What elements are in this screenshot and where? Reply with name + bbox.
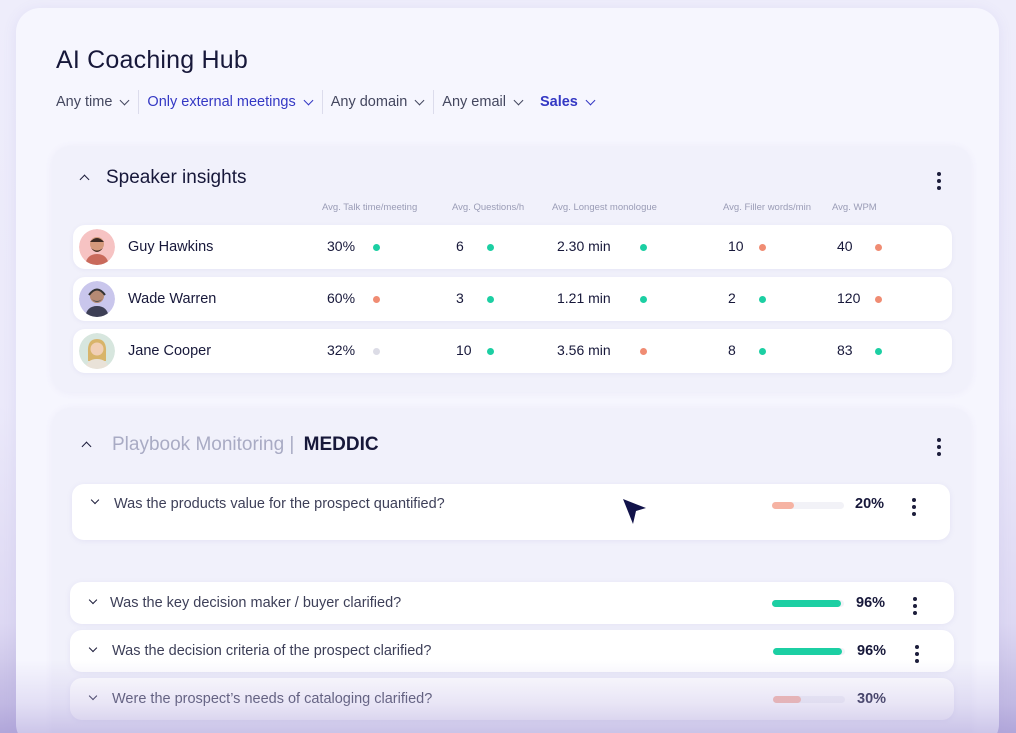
question-row[interactable]: Was the products value for the prospect … [72, 484, 950, 540]
status-dot [487, 244, 494, 251]
filter-time[interactable]: Any time [56, 90, 140, 114]
monologue-value: 3.56 min [557, 342, 611, 358]
playbook-title: Playbook Monitoring | MEDDIC [112, 434, 379, 456]
talk-time-value: 32% [327, 342, 356, 358]
column-header: Avg. Talk time/meeting [322, 202, 418, 213]
questions-value: 3 [456, 290, 464, 306]
progress-bar [773, 648, 845, 655]
speaker-insights-title: Speaker insights [106, 167, 247, 188]
status-dot [759, 244, 766, 251]
status-dot [875, 348, 882, 355]
chevron-down-icon [119, 95, 130, 105]
status-dot [373, 348, 380, 355]
chevron-down-icon [303, 95, 314, 105]
talk-time-value: 60% [327, 290, 356, 306]
filler-value: 8 [728, 342, 736, 358]
page-title: AI Coaching Hub [56, 46, 249, 74]
question-row[interactable]: Was the key decision maker / buyer clari… [70, 582, 954, 624]
question-text: Was the decision criteria of the prospec… [112, 643, 432, 659]
column-header: Avg. Filler words/min [723, 202, 811, 213]
column-header: Avg. Questions/h [452, 202, 525, 213]
monologue-value: 1.21 min [557, 290, 611, 306]
status-dot [373, 244, 380, 251]
status-dot [640, 296, 647, 303]
filter-bar: Any time Only external meetings Any doma… [56, 90, 612, 114]
question-text: Was the key decision maker / buyer clari… [110, 595, 402, 611]
filter-domain-label: Any domain [330, 94, 408, 110]
progress-fill [772, 600, 841, 607]
progress-fill [773, 696, 801, 703]
wpm-value: 83 [837, 342, 853, 358]
filter-time-label: Any time [56, 94, 113, 110]
filter-meetings-label: Only external meetings [147, 94, 296, 110]
avatar [79, 281, 115, 317]
monologue-value: 2.30 min [557, 238, 611, 254]
status-dot [640, 348, 647, 355]
questions-value: 10 [456, 342, 472, 358]
expand-chevron-icon[interactable] [88, 595, 98, 605]
filler-value: 10 [728, 238, 744, 254]
mouse-cursor-icon [623, 499, 646, 524]
filter-domain[interactable]: Any domain [331, 90, 435, 114]
expand-chevron-icon[interactable] [90, 495, 100, 505]
status-dot [373, 296, 380, 303]
filter-team[interactable]: Sales [540, 90, 604, 114]
chevron-down-icon [585, 95, 596, 105]
talk-time-value: 30% [327, 238, 356, 254]
questions-value: 6 [456, 238, 464, 254]
column-header: Avg. WPM [832, 202, 877, 213]
speaker-name: Jane Cooper [128, 343, 212, 359]
playbook-method: MEDDIC [303, 434, 379, 455]
column-header: Avg. Longest monologue [552, 202, 657, 213]
progress-bar [772, 600, 844, 607]
progress-bar [773, 696, 845, 703]
avatar [79, 333, 115, 369]
progress-fill [772, 502, 794, 509]
playbook-header: Playbook Monitoring | MEDDIC [81, 434, 379, 456]
filter-email[interactable]: Any email [442, 90, 532, 114]
speaker-name: Guy Hawkins [128, 239, 214, 255]
speaker-insights-menu-icon[interactable] [937, 172, 941, 190]
avatar [79, 229, 115, 265]
playbook-title-prefix: Playbook Monitoring | [112, 434, 295, 455]
speaker-row[interactable]: Wade Warren 60% 3 1.21 min 2 120 [73, 277, 952, 321]
wpm-value: 120 [837, 290, 861, 306]
question-menu-icon[interactable] [912, 498, 916, 516]
progress-bar [772, 502, 844, 509]
status-dot [875, 244, 882, 251]
status-dot [640, 244, 647, 251]
filler-value: 2 [728, 290, 736, 306]
percent-value: 20% [855, 496, 885, 512]
expand-chevron-icon[interactable] [88, 643, 98, 653]
question-row[interactable]: Were the prospect’s needs of cataloging … [70, 678, 954, 720]
status-dot [487, 348, 494, 355]
filter-team-label: Sales [539, 94, 578, 110]
chevron-down-icon [414, 95, 425, 105]
question-text: Were the prospect’s needs of cataloging … [112, 691, 433, 707]
collapse-chevron-icon[interactable] [79, 174, 90, 185]
percent-value: 96% [857, 643, 887, 659]
filter-email-label: Any email [442, 94, 506, 110]
expand-chevron-icon[interactable] [88, 691, 98, 701]
status-dot [487, 296, 494, 303]
status-dot [759, 296, 766, 303]
question-row[interactable]: Was the decision criteria of the prospec… [70, 630, 954, 672]
status-dot [759, 348, 766, 355]
speaker-name: Wade Warren [128, 291, 217, 307]
speaker-row[interactable]: Jane Cooper 32% 10 3.56 min 8 83 [73, 329, 952, 373]
wpm-value: 40 [837, 238, 853, 254]
collapse-chevron-icon[interactable] [81, 441, 92, 452]
percent-value: 96% [856, 595, 886, 611]
filter-meetings[interactable]: Only external meetings [147, 90, 323, 114]
chevron-down-icon [513, 95, 524, 105]
percent-value: 30% [857, 691, 887, 707]
speaker-insights-header: Speaker insights [79, 167, 247, 189]
question-menu-icon[interactable] [913, 597, 917, 615]
question-menu-icon[interactable] [915, 645, 919, 663]
progress-fill [773, 648, 842, 655]
status-dot [875, 296, 882, 303]
playbook-menu-icon[interactable] [937, 438, 941, 456]
speaker-row[interactable]: Guy Hawkins 30% 6 2.30 min 10 40 [73, 225, 952, 269]
question-text: Was the products value for the prospect … [114, 496, 445, 512]
